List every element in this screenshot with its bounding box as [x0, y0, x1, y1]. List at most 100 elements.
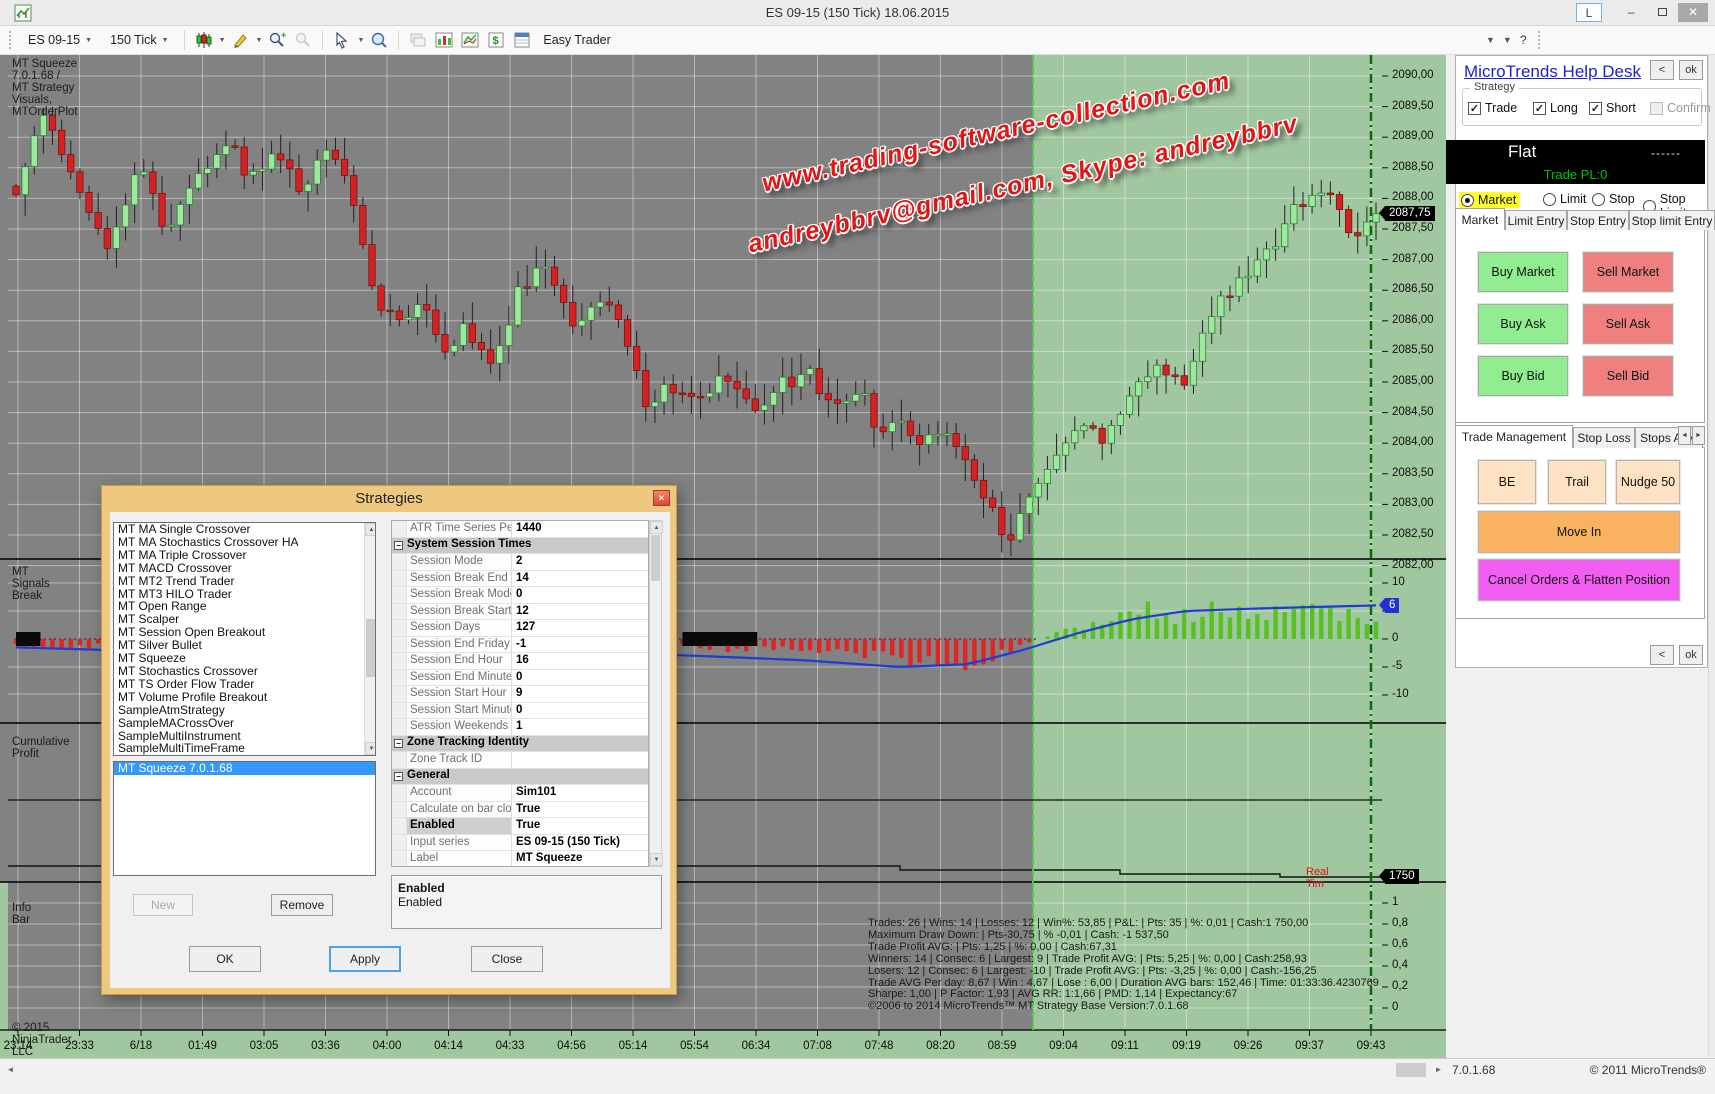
property-row[interactable]: Session End Friday-1 [392, 637, 648, 654]
property-row[interactable]: Session Start Hour9 [392, 686, 648, 703]
property-row[interactable]: AccountSim101 [392, 785, 648, 802]
scroll-down-button[interactable]: ▼ [365, 742, 376, 755]
scrollbar-thumb[interactable] [651, 535, 660, 581]
instrument-link-button[interactable]: L [1576, 3, 1602, 22]
scroll-right-button[interactable]: ► [1430, 1061, 1447, 1078]
configured-strategy-item[interactable]: MT Squeeze 7.0.1.68 [114, 762, 375, 775]
panel-back-button[interactable]: < [1650, 60, 1674, 80]
strategy-list-item[interactable]: SampleMultiTimeFrame [114, 742, 375, 755]
strategy-list-item[interactable]: MT Stochastics Crossover [114, 665, 375, 678]
zoom-region-button[interactable] [368, 29, 390, 51]
chevron-down-icon[interactable]: ▼ [1486, 35, 1495, 45]
property-value[interactable]: 14 [512, 571, 648, 587]
property-row[interactable]: Session Break Mode0 [392, 587, 648, 604]
panel-back-button2[interactable]: < [1650, 645, 1674, 665]
property-value[interactable]: ES 09-15 (150 Tick) [512, 835, 648, 851]
account-data-button[interactable]: $ [485, 29, 507, 51]
buy-bid-button[interactable]: Buy Bid [1478, 356, 1568, 396]
buy-market-button[interactable]: Buy Market [1478, 252, 1568, 292]
interval-selector[interactable]: 150 Tick▼ [103, 30, 176, 50]
dialog-close-button2[interactable]: Close [471, 946, 543, 972]
strategy-list-item[interactable]: SampleMACrossOver [114, 717, 375, 730]
property-value[interactable]: 1 [512, 719, 648, 735]
checkbox-trade[interactable]: ✓Trade [1468, 101, 1517, 115]
strategy-list-item[interactable]: MT MACD Crossover [114, 562, 375, 575]
property-row[interactable]: Input seriesES 09-15 (150 Tick) [392, 835, 648, 852]
property-grid-scrollbar[interactable]: ▲ ▼ [649, 520, 662, 867]
property-row[interactable]: LabelMT Squeeze [392, 851, 648, 867]
tab-limit-entry[interactable]: Limit Entry [1505, 210, 1567, 230]
zoom-in-button[interactable]: + [266, 29, 288, 51]
scroll-up-button[interactable]: ▲ [650, 521, 663, 534]
scrollbar-thumb[interactable] [366, 619, 376, 677]
strategy-property-grid[interactable]: ATR Time Series Peric1440−System Session… [391, 520, 649, 867]
cancel-flatten-button[interactable]: Cancel Orders & Flatten Position [1478, 559, 1680, 601]
configured-strategies-list[interactable]: MT Squeeze 7.0.1.68 [113, 761, 376, 876]
strategy-list-item[interactable]: MT MA Stochastics Crossover HA [114, 536, 375, 549]
property-row[interactable]: EnabledTrue [392, 818, 648, 835]
sell-bid-button[interactable]: Sell Bid [1583, 356, 1673, 396]
property-value[interactable]: True [512, 818, 648, 834]
sell-market-button[interactable]: Sell Market [1583, 252, 1673, 292]
nudge-50-button[interactable]: Nudge 50 [1616, 460, 1680, 504]
list-scrollbar[interactable]: ▲ ▼ [364, 523, 376, 755]
tab-stop-entry[interactable]: Stop Entry [1567, 210, 1629, 230]
checkbox-short[interactable]: ✓Short [1589, 101, 1636, 115]
property-group-row[interactable]: −System Session Times [392, 538, 648, 555]
checkbox-long[interactable]: ✓Long [1533, 101, 1578, 115]
strategy-list-item[interactable]: MT Volume Profile Breakout [114, 691, 375, 704]
order-type-limit[interactable]: Limit [1543, 192, 1586, 206]
chevron-down-icon[interactable]: ▼ [357, 37, 364, 44]
tab-scroll-right-icon[interactable]: ► [1692, 426, 1705, 445]
chevron-down-icon[interactable]: ▼ [1503, 35, 1512, 45]
property-row[interactable]: Session End Hour16 [392, 653, 648, 670]
strategy-list-item[interactable]: MT MA Triple Crossover [114, 549, 375, 562]
chevron-down-icon[interactable]: ▼ [256, 37, 263, 44]
property-value[interactable] [512, 752, 648, 768]
property-row[interactable]: Session Start Minute0 [392, 703, 648, 720]
scrollbar-thumb[interactable] [1396, 1063, 1426, 1077]
tab-stop-limit-entry[interactable]: Stop limit Entry [1629, 210, 1715, 230]
scroll-down-button[interactable]: ▼ [650, 853, 663, 866]
property-value[interactable]: 0 [512, 670, 648, 686]
property-value[interactable]: -1 [512, 637, 648, 653]
property-value[interactable]: 2 [512, 554, 648, 570]
available-strategies-list[interactable]: ▲ ▼ MT MA Single CrossoverMT MA Stochast… [113, 522, 376, 756]
property-row[interactable]: Session Weekends1 [392, 719, 648, 736]
ok-button[interactable]: OK [189, 946, 261, 972]
order-type-market[interactable]: Market [1459, 192, 1520, 208]
property-value[interactable]: True [512, 802, 648, 818]
apply-button[interactable]: Apply [329, 946, 401, 972]
strategy-list-item[interactable]: MT MA Single Crossover [114, 523, 375, 536]
property-row[interactable]: ATR Time Series Peric1440 [392, 521, 648, 538]
toolbar-grip[interactable] [9, 31, 14, 49]
trail-button[interactable]: Trail [1548, 460, 1606, 504]
snapshot-button[interactable] [459, 29, 481, 51]
market-analyzer-button[interactable] [511, 29, 533, 51]
scroll-up-button[interactable]: ▲ [365, 523, 376, 536]
property-row[interactable]: Session Break End14 [392, 571, 648, 588]
property-value[interactable]: 9 [512, 686, 648, 702]
chart-trader-button[interactable] [433, 29, 455, 51]
property-value[interactable]: Sim101 [512, 785, 648, 801]
be-button[interactable]: BE [1478, 460, 1536, 504]
maximize-button[interactable] [1649, 3, 1675, 22]
collapse-icon[interactable]: − [394, 739, 403, 748]
panel-ok-button[interactable]: ok [1679, 60, 1703, 80]
drawing-tools-button[interactable] [230, 29, 252, 51]
minimize-button[interactable]: – [1618, 3, 1644, 22]
data-series-button[interactable] [407, 29, 429, 51]
help-button[interactable]: ? [1520, 33, 1527, 47]
strategy-list-item[interactable]: MT TS Order Flow Trader [114, 678, 375, 691]
order-type-stop[interactable]: Stop [1592, 192, 1635, 206]
dialog-close-button[interactable]: ✕ [653, 490, 670, 506]
buy-ask-button[interactable]: Buy Ask [1478, 304, 1568, 344]
tab-stop-loss[interactable]: Stop Loss [1573, 427, 1635, 448]
property-value[interactable]: 0 [512, 587, 648, 603]
property-row[interactable]: Zone Track ID [392, 752, 648, 769]
close-button[interactable]: ✕ [1678, 3, 1708, 22]
tab-scroll-left-icon[interactable]: ◄ [1678, 426, 1691, 445]
property-row[interactable]: Session Break Start12 [392, 604, 648, 621]
collapse-icon[interactable]: − [394, 541, 403, 550]
property-value[interactable]: MT Squeeze [512, 851, 648, 867]
